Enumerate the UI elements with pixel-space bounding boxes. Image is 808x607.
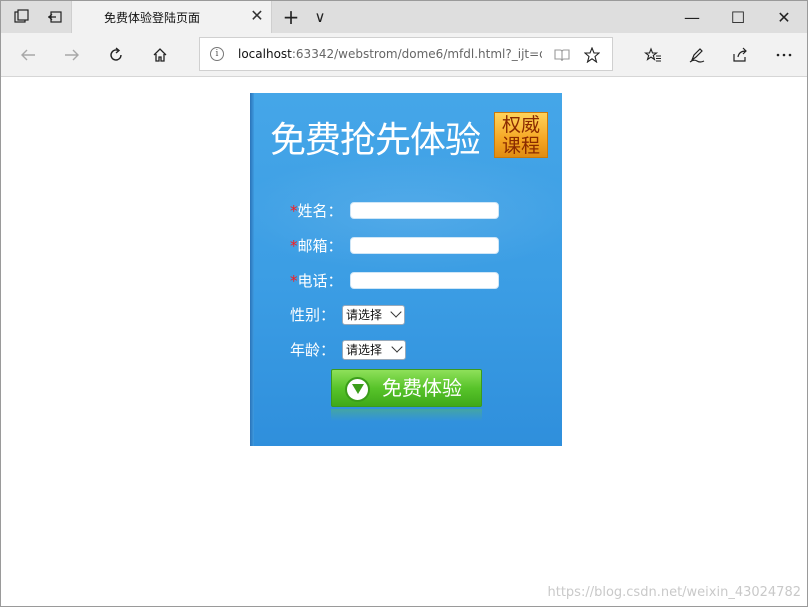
tab-strip: 免费体验登陆页面 ✕ + ∨ — ☐ ✕: [1, 1, 807, 33]
new-tab-button[interactable]: +: [277, 5, 305, 29]
favorites-svg: [644, 47, 661, 62]
required-mark: *: [290, 202, 298, 220]
tab-active[interactable]: 免费体验登陆页面 ✕: [71, 1, 272, 33]
pen-icon[interactable]: [682, 41, 712, 69]
name-label: *姓名：: [290, 201, 350, 221]
tab-title: 免费体验登陆页面: [104, 11, 201, 25]
gender-select[interactable]: 请选择: [342, 305, 405, 325]
free-trial-label: 免费体验: [382, 376, 462, 400]
phone-label-text: 电话：: [297, 272, 343, 290]
maximize-button[interactable]: ☐: [715, 1, 761, 33]
more-icon[interactable]: [769, 41, 799, 69]
badge-line-1: 权威: [501, 114, 540, 136]
more-svg: [776, 53, 792, 57]
gender-label: 性别：: [290, 306, 336, 324]
phone-row: *电话：: [290, 271, 550, 291]
name-label-text: 姓名：: [297, 202, 343, 220]
chevron-down-icon: [390, 306, 402, 318]
back-svg: [21, 49, 35, 61]
home-svg: [153, 48, 167, 62]
browser-window: 免费体验登陆页面 ✕ + ∨ — ☐ ✕ i localhost:63342/w…: [0, 0, 808, 607]
share-svg: [733, 47, 747, 62]
name-input[interactable]: [350, 202, 499, 219]
gender-row: 性别： 请选择: [290, 305, 510, 325]
url-text[interactable]: localhost:63342/webstrom/dome6/mfdl.html…: [238, 47, 542, 63]
required-mark: *: [290, 237, 298, 255]
url-host: localhost: [238, 47, 292, 61]
authority-badge: 权威 课程: [494, 112, 548, 158]
tab-aside-icon-svg: [14, 9, 29, 23]
tab-aside-icon[interactable]: [7, 5, 35, 29]
phone-input[interactable]: [350, 272, 499, 289]
download-arrow-icon: [345, 377, 370, 402]
page-title: 免费抢先体验: [270, 120, 481, 161]
favorites-icon[interactable]: [638, 41, 668, 69]
required-mark: *: [290, 272, 298, 290]
address-bar[interactable]: i localhost:63342/webstrom/dome6/mfdl.ht…: [199, 37, 613, 71]
star-svg: [584, 47, 600, 63]
button-reflection: [331, 409, 482, 421]
tabs-back-icon-svg: [48, 11, 62, 23]
age-selected: 请选择: [346, 343, 383, 357]
age-row: 年龄： 请选择: [290, 340, 510, 360]
minimize-button[interactable]: —: [669, 1, 715, 33]
share-icon[interactable]: [725, 41, 755, 69]
close-icon[interactable]: ✕: [248, 7, 266, 25]
watermark: https://blog.csdn.net/weixin_43024782: [547, 585, 801, 600]
refresh-icon[interactable]: [101, 41, 131, 69]
tab-list-chevron-icon[interactable]: ∨: [306, 5, 334, 29]
badge-line-2: 课程: [501, 135, 540, 157]
signup-panel: 免费抢先体验 权威 课程 *姓名： *邮箱： *电话： 性别： 请选择 年龄： …: [250, 93, 562, 446]
book-icon[interactable]: [552, 45, 572, 65]
name-row: *姓名：: [290, 201, 550, 221]
pen-svg: [689, 48, 705, 63]
window-close-button[interactable]: ✕: [761, 1, 807, 33]
email-label-text: 邮箱：: [297, 237, 343, 255]
book-svg: [554, 49, 570, 62]
url-path: :63342/webstrom/dome6/mfdl.html?_ijt=qr1…: [291, 47, 542, 61]
home-icon[interactable]: [145, 41, 175, 69]
page-content: 免费抢先体验 权威 课程 *姓名： *邮箱： *电话： 性别： 请选择 年龄： …: [1, 78, 807, 606]
phone-label: *电话：: [290, 271, 350, 291]
free-trial-button[interactable]: 免费体验: [331, 369, 482, 407]
refresh-svg: [110, 47, 122, 61]
nav-bar: i localhost:63342/webstrom/dome6/mfdl.ht…: [1, 33, 807, 77]
email-row: *邮箱：: [290, 236, 550, 256]
tabs-back-icon[interactable]: [41, 5, 69, 29]
gender-selected: 请选择: [346, 308, 383, 322]
age-select[interactable]: 请选择: [342, 340, 406, 360]
arrow-left-icon[interactable]: [13, 41, 43, 69]
age-label: 年龄：: [290, 341, 336, 359]
chevron-down-icon: [391, 341, 403, 353]
arrow-right-icon[interactable]: [57, 41, 87, 69]
email-input[interactable]: [350, 237, 499, 254]
panel-edge: [250, 93, 254, 446]
email-label: *邮箱：: [290, 236, 350, 256]
info-icon[interactable]: i: [210, 47, 224, 61]
star-icon[interactable]: [582, 45, 602, 65]
forward-svg: [65, 49, 79, 61]
